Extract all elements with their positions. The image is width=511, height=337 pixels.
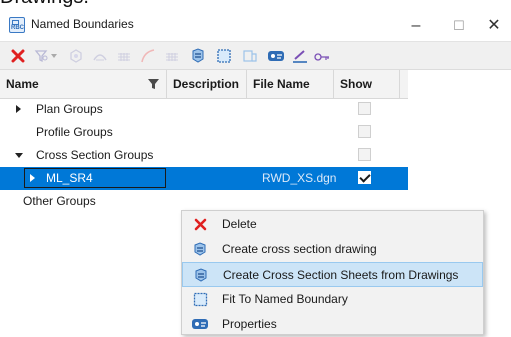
window-title: Named Boundaries <box>31 17 134 31</box>
menu-item-properties[interactable]: Properties <box>182 312 483 337</box>
minimize-button[interactable]: – <box>400 14 432 38</box>
menu-item-create-cross-section-sheets[interactable]: Create Cross Section Sheets from Drawing… <box>182 262 483 287</box>
grid-icon[interactable] <box>114 46 134 66</box>
column-header-file-name[interactable]: File Name <box>247 70 334 98</box>
menu-item-create-cross-section-drawing[interactable]: Create cross section drawing <box>182 237 483 262</box>
row-label: Plan Groups <box>36 102 103 116</box>
table-row[interactable]: Cross Section Groups <box>0 144 408 167</box>
row-label: Other Groups <box>23 194 96 208</box>
row-label: Profile Groups <box>36 125 113 139</box>
maximize-button[interactable]: ☐ <box>443 14 475 38</box>
dropdown-arrow-icon[interactable] <box>48 46 60 66</box>
menu-item-label: Delete <box>222 217 257 231</box>
column-filter-icon[interactable] <box>148 79 159 93</box>
menu-item-label: Properties <box>222 317 277 331</box>
fit-boundary-icon <box>192 291 208 307</box>
pen-edit-icon[interactable] <box>290 46 310 66</box>
cross-section-sheet-icon[interactable] <box>188 46 208 66</box>
show-checkbox[interactable] <box>358 148 371 161</box>
expand-arrow-icon[interactable] <box>30 174 35 182</box>
cross-section-icon <box>192 241 208 257</box>
close-button[interactable]: ✕ <box>478 14 510 38</box>
table-row-selected[interactable]: ML_SR4 RWD_XS.dgn <box>0 167 408 190</box>
column-header-show[interactable]: Show <box>334 70 400 98</box>
grid-icon[interactable] <box>162 46 182 66</box>
table-row[interactable]: Plan Groups <box>0 98 408 121</box>
expand-arrow-icon[interactable] <box>16 105 21 113</box>
row-file-name: RWD_XS.dgn <box>262 171 337 185</box>
fit-boundary-icon[interactable] <box>214 46 234 66</box>
table-row[interactable]: Profile Groups <box>0 121 408 144</box>
properties-icon <box>192 316 208 332</box>
properties-icon[interactable] <box>266 46 286 66</box>
drawing-model-icon[interactable] <box>240 46 260 66</box>
column-header-description[interactable]: Description <box>167 70 247 98</box>
background-heading-text: Drawings. <box>0 0 89 9</box>
show-checkbox-checked[interactable] <box>358 171 371 184</box>
column-header-name[interactable]: Name <box>0 70 167 98</box>
menu-item-label: Create cross section drawing <box>222 242 377 256</box>
row-label: Cross Section Groups <box>36 148 154 162</box>
menu-item-fit-to-named-boundary[interactable]: Fit To Named Boundary <box>182 287 483 312</box>
menu-item-label: Create Cross Section Sheets from Drawing… <box>223 268 459 282</box>
toolbar <box>0 41 511 70</box>
delete-icon <box>192 216 208 232</box>
show-checkbox[interactable] <box>358 102 371 115</box>
context-menu: Delete Create cross section drawing Crea… <box>181 210 484 335</box>
collapse-arrow-icon[interactable] <box>15 153 23 158</box>
cross-section-sheet-icon <box>193 267 209 283</box>
curve-icon[interactable] <box>138 46 158 66</box>
background-document-edge: Drawings. <box>0 0 511 10</box>
row-label: ML_SR4 <box>46 171 93 185</box>
key-settings-icon[interactable] <box>312 46 332 66</box>
show-checkbox[interactable] <box>358 125 371 138</box>
arc-icon[interactable] <box>90 46 110 66</box>
menu-item-delete[interactable]: Delete <box>182 212 483 237</box>
title-bar: RBC Named Boundaries – ☐ ✕ <box>0 10 511 41</box>
app-icon-text: RBC <box>11 25 24 31</box>
named-boundaries-window: RBC Named Boundaries – ☐ ✕ Name Descript… <box>0 10 511 335</box>
grid-header: Name Description File Name Show <box>0 70 408 99</box>
boundary-icon[interactable] <box>66 46 86 66</box>
delete-icon[interactable] <box>8 46 28 66</box>
menu-item-label: Fit To Named Boundary <box>222 292 348 306</box>
app-icon: RBC <box>9 17 25 33</box>
